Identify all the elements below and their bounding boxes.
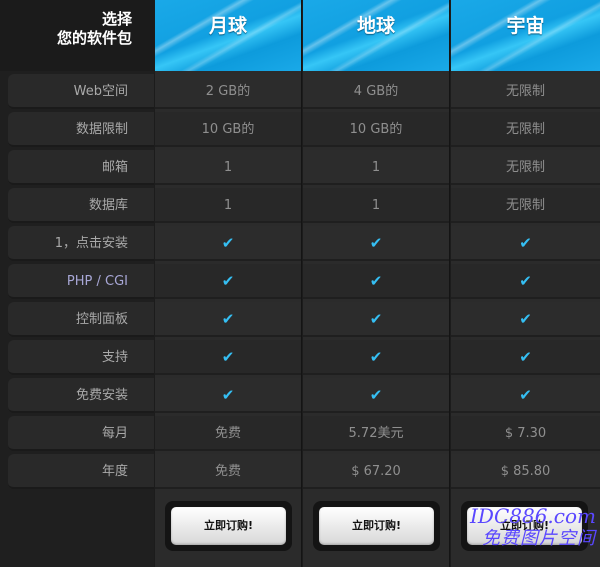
- check-icon: ✔: [155, 302, 301, 337]
- plan-cell: 2 GB的: [155, 74, 301, 109]
- plan-cell: 1: [155, 188, 301, 223]
- check-icon: ✔: [303, 378, 449, 413]
- feature-labels-column: Web空间 数据限制 邮箱 数据库 1，点击安装 PHP / CGI 控制面板 …: [0, 71, 154, 567]
- feature-label: 邮箱: [8, 150, 154, 185]
- plan-cell: 无限制: [451, 188, 600, 223]
- plan-header: 地球: [303, 0, 449, 71]
- check-icon: ✔: [451, 378, 600, 413]
- check-icon: ✔: [155, 340, 301, 375]
- check-icon: ✔: [155, 226, 301, 261]
- plan-header: 月球: [155, 0, 301, 71]
- price-yearly: $ 67.20: [303, 454, 449, 489]
- feature-label: 控制面板: [8, 302, 154, 337]
- plan-cell: 1: [303, 188, 449, 223]
- feature-label: 年度: [8, 454, 154, 489]
- plan-header: 宇宙: [451, 0, 600, 71]
- order-now-button[interactable]: 立即订购!: [319, 507, 434, 545]
- watermark-line1: IDC886.com: [470, 504, 596, 528]
- pricing-table: 选择 您的软件包 Web空间 数据限制 邮箱 数据库 1，点击安装 PHP / …: [0, 0, 600, 567]
- check-icon: ✔: [451, 264, 600, 299]
- order-button-frame: 立即订购!: [313, 501, 440, 551]
- feature-label: 数据限制: [8, 112, 154, 147]
- plan-cell: 10 GB的: [155, 112, 301, 147]
- feature-label: 数据库: [8, 188, 154, 223]
- plan-cell: 无限制: [451, 112, 600, 147]
- plan-cell: 无限制: [451, 74, 600, 109]
- plan-column-universe: 宇宙 无限制 无限制 无限制 无限制 ✔ ✔ ✔ ✔ ✔ $ 7.30 $ 85…: [451, 0, 600, 567]
- check-icon: ✔: [451, 302, 600, 337]
- header-title: 选择 您的软件包: [0, 0, 154, 71]
- header-line2: 您的软件包: [56, 29, 132, 47]
- plan-cell: 1: [303, 150, 449, 185]
- feature-label: 每月: [8, 416, 154, 451]
- plan-cell: 10 GB的: [303, 112, 449, 147]
- header-line1: 选择: [101, 10, 132, 28]
- order-now-button[interactable]: 立即订购!: [171, 507, 286, 545]
- plan-cell: 1: [155, 150, 301, 185]
- check-icon: ✔: [451, 226, 600, 261]
- price-monthly: $ 7.30: [451, 416, 600, 451]
- feature-label: 1，点击安装: [8, 226, 154, 261]
- plan-column-moon: 月球 2 GB的 10 GB的 1 1 ✔ ✔ ✔ ✔ ✔ 免费 免费 立即订购…: [155, 0, 302, 567]
- order-button-frame: 立即订购!: [165, 501, 292, 551]
- plan-name: 月球: [208, 15, 247, 37]
- check-icon: ✔: [303, 264, 449, 299]
- watermark: IDC886.com 免费图片空间: [456, 505, 600, 567]
- check-icon: ✔: [303, 302, 449, 337]
- price-monthly: 免费: [155, 416, 301, 451]
- feature-label: 免费安装: [8, 378, 154, 413]
- plan-name: 地球: [356, 15, 395, 37]
- plan-cell: 无限制: [451, 150, 600, 185]
- check-icon: ✔: [155, 264, 301, 299]
- feature-label-link[interactable]: PHP / CGI: [8, 264, 154, 299]
- price-monthly: 5.72美元: [303, 416, 449, 451]
- price-yearly: 免费: [155, 454, 301, 489]
- check-icon: ✔: [303, 226, 449, 261]
- check-icon: ✔: [451, 340, 600, 375]
- plan-column-earth: 地球 4 GB的 10 GB的 1 1 ✔ ✔ ✔ ✔ ✔ 5.72美元 $ 6…: [303, 0, 450, 567]
- plan-cell: 4 GB的: [303, 74, 449, 109]
- plan-name: 宇宙: [506, 15, 545, 37]
- feature-label: Web空间: [8, 74, 154, 109]
- price-yearly: $ 85.80: [451, 454, 600, 489]
- feature-label: 支持: [8, 340, 154, 375]
- check-icon: ✔: [155, 378, 301, 413]
- watermark-line2: 免费图片空间: [482, 528, 596, 549]
- check-icon: ✔: [303, 340, 449, 375]
